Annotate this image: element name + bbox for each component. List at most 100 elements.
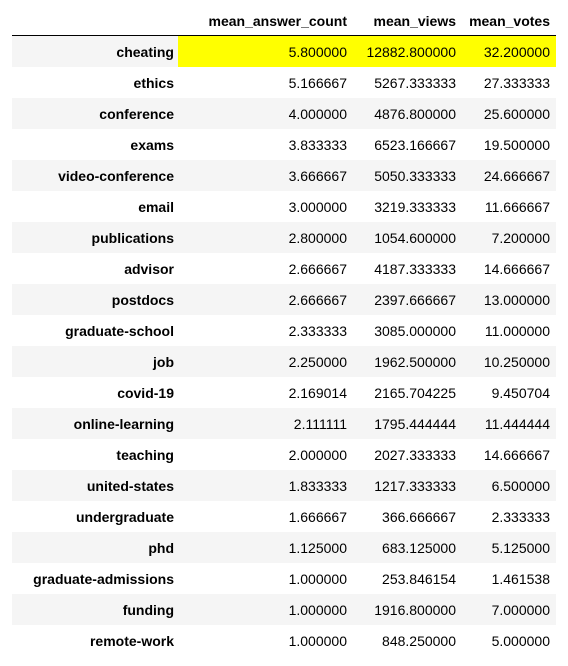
table-row: postdocs 2.666667 2397.666667 13.000000	[12, 284, 556, 315]
table-row: exams 3.833333 6523.166667 19.500000	[12, 129, 556, 160]
cell-mean-answer-count: 3.000000	[288, 198, 347, 215]
cell-mean-answer-count: 2.000000	[288, 446, 347, 463]
cell-mean-views: 2397.666667	[374, 291, 456, 308]
table-row: advisor 2.666667 4187.333333 14.666667	[12, 253, 556, 284]
row-index-label: conference	[99, 105, 174, 122]
cell-mean-votes: 9.450704	[491, 384, 550, 401]
cell-mean-views: 1916.800000	[374, 601, 456, 618]
cell-mean-votes: 25.600000	[483, 105, 550, 122]
cell-mean-answer-count: 2.169014	[288, 384, 347, 401]
header-row: mean_answer_count mean_views mean_votes	[12, 6, 556, 36]
cell-mean-answer-count: 2.666667	[288, 291, 347, 308]
cell-mean-views: 253.846154	[382, 570, 456, 587]
cell-mean-views: 366.666667	[382, 508, 456, 525]
cell-mean-answer-count: 1.000000	[288, 570, 347, 587]
cell-mean-votes: 10.250000	[483, 353, 550, 370]
cell-mean-views: 3085.000000	[374, 322, 456, 339]
cell-mean-votes: 11.444444	[484, 415, 550, 432]
row-index-label: online-learning	[73, 415, 174, 432]
cell-mean-votes: 19.500000	[483, 136, 550, 153]
cell-mean-answer-count: 2.800000	[288, 229, 347, 246]
cell-mean-votes: 13.000000	[483, 291, 550, 308]
cell-mean-votes: 5.125000	[491, 539, 550, 556]
cell-mean-votes: 5.000000	[491, 632, 550, 649]
index-header	[12, 6, 178, 36]
row-index-label: publications	[91, 229, 174, 246]
row-index-label: graduate-school	[65, 322, 174, 339]
cell-mean-votes: 32.200000	[462, 35, 556, 67]
cell-mean-views: 5267.333333	[374, 74, 456, 91]
column-header-mean-votes[interactable]: mean_votes	[462, 6, 556, 36]
column-header-mean-views[interactable]: mean_views	[353, 6, 462, 36]
row-index-label: exams	[130, 136, 174, 153]
table-header: mean_answer_count mean_views mean_votes	[12, 6, 556, 36]
table-row: united-states 1.833333 1217.333333 6.500000	[12, 470, 556, 501]
table-row: job 2.250000 1962.500000 10.250000	[12, 346, 556, 377]
cell-mean-votes: 11.666667	[484, 198, 550, 215]
cell-mean-views: 1962.500000	[374, 353, 456, 370]
row-index-label: remote-work	[89, 632, 174, 649]
cell-mean-answer-count: 5.166667	[288, 74, 347, 91]
row-index-label: job	[153, 353, 174, 370]
cell-mean-answer-count: 1.000000	[288, 601, 347, 618]
cell-mean-votes: 2.333333	[491, 508, 550, 525]
row-index-label: cheating	[116, 43, 174, 60]
cell-mean-views: 1795.444444	[374, 415, 456, 432]
cell-mean-answer-count: 3.833333	[288, 136, 347, 153]
table-row: graduate-school 2.333333 3085.000000 11.000…	[12, 315, 556, 346]
cell-mean-views: 6523.166667	[374, 136, 456, 153]
cell-mean-views: 3219.333333	[374, 198, 456, 215]
cell-mean-votes: 14.666667	[483, 260, 550, 277]
cell-mean-views: 1217.333333	[374, 477, 456, 494]
cell-mean-answer-count: 1.000000	[288, 632, 347, 649]
table-row: video-conference 3.666667 5050.333333 24.66…	[12, 160, 556, 191]
row-index-label: advisor	[124, 260, 174, 277]
cell-mean-votes: 24.666667	[483, 167, 550, 184]
table-row: graduate-admissions 1.000000 253.846154 1.4…	[12, 563, 556, 594]
table-row: teaching 2.000000 2027.333333 14.666667	[12, 439, 556, 470]
row-index-label: funding	[122, 601, 174, 618]
dataframe-table: mean_answer_count mean_views mean_votes …	[12, 6, 556, 656]
table-row: email 3.000000 3219.333333 11.666667	[12, 191, 556, 222]
cell-mean-views: 5050.333333	[374, 167, 456, 184]
cell-mean-votes: 6.500000	[491, 477, 550, 494]
cell-mean-answer-count: 1.666667	[288, 508, 347, 525]
column-header-mean-answer-count[interactable]: mean_answer_count	[178, 6, 353, 36]
row-index-label: undergraduate	[75, 508, 174, 525]
cell-mean-answer-count: 2.111111	[293, 415, 347, 432]
row-index-label: email	[138, 198, 174, 215]
cell-mean-views: 12882.800000	[353, 35, 462, 67]
cell-mean-views: 2027.333333	[374, 446, 456, 463]
row-index-label: graduate-admissions	[33, 570, 174, 587]
cell-mean-answer-count: 5.800000	[178, 35, 353, 67]
row-index-label: postdocs	[111, 291, 174, 308]
table-body: cheating 5.800000 12882.800000 32.200000 eth…	[12, 35, 556, 656]
cell-mean-answer-count: 1.125000	[288, 539, 347, 556]
cell-mean-answer-count: 2.250000	[288, 353, 347, 370]
cell-mean-votes: 27.333333	[483, 74, 550, 91]
cell-mean-votes: 7.200000	[491, 229, 550, 246]
row-index-label: teaching	[116, 446, 174, 463]
table-row: conference 4.000000 4876.800000 25.600000	[12, 98, 556, 129]
table-row: funding 1.000000 1916.800000 7.000000	[12, 594, 556, 625]
table-row: undergraduate 1.666667 366.666667 2.333333	[12, 501, 556, 532]
table-row: ethics 5.166667 5267.333333 27.333333	[12, 67, 556, 98]
row-index-label: ethics	[133, 74, 174, 91]
table-row: remote-work 1.000000 848.250000 5.000000	[12, 625, 556, 656]
cell-mean-answer-count: 2.666667	[288, 260, 347, 277]
table-row: covid-19 2.169014 2165.704225 9.450704	[12, 377, 556, 408]
row-index-label: united-states	[86, 477, 174, 494]
cell-mean-votes: 14.666667	[483, 446, 550, 463]
notebook-output: mean_answer_count mean_views mean_votes …	[0, 0, 568, 666]
cell-mean-views: 4187.333333	[374, 260, 456, 277]
table-row: cheating 5.800000 12882.800000 32.200000	[12, 35, 556, 67]
cell-mean-answer-count: 2.333333	[288, 322, 347, 339]
cell-mean-views: 1054.600000	[374, 229, 456, 246]
row-index-label: covid-19	[117, 384, 174, 401]
cell-mean-views: 848.250000	[382, 632, 456, 649]
row-index-label: video-conference	[58, 167, 174, 184]
cell-mean-votes: 7.000000	[491, 601, 550, 618]
row-index-label: phd	[148, 539, 174, 556]
table-row: online-learning 2.111111 1795.444444 11.444…	[12, 408, 556, 439]
cell-mean-views: 4876.800000	[374, 105, 456, 122]
